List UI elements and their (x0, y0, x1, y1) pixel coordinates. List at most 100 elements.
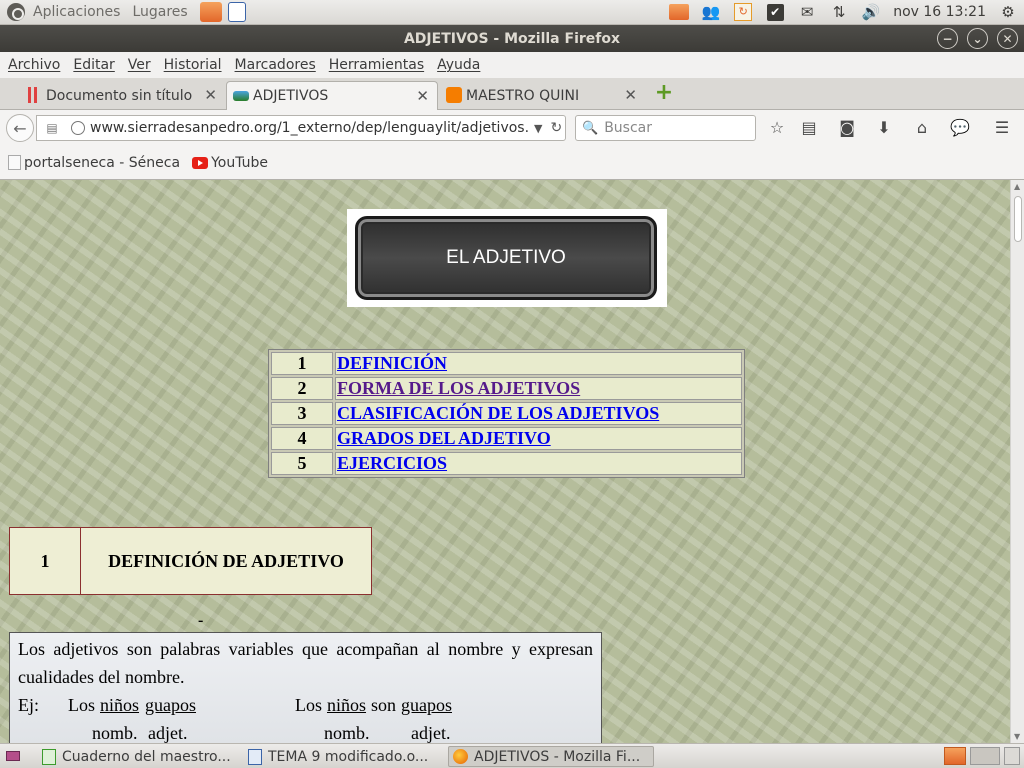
window-titlebar[interactable]: ADJETIVOS - Mozilla Firefox − ⌄ ✕ (0, 25, 1024, 52)
places-menu[interactable]: Lugares (132, 4, 187, 20)
link-grados[interactable]: GRADOS DEL ADJETIVO (337, 428, 551, 448)
clock[interactable]: nov 16 13:21 (893, 4, 986, 20)
document-icon (248, 748, 262, 765)
url-text[interactable]: www.sierradesanpedro.org/1_externo/dep/l… (90, 120, 530, 136)
url-bar[interactable]: ▤ www.sierradesanpedro.org/1_externo/dep… (36, 115, 566, 141)
close-tab-icon[interactable]: ✕ (416, 87, 429, 105)
task-cuaderno[interactable]: Cuaderno del maestro... (38, 746, 238, 767)
link-clasificacion[interactable]: CLASIFICACIÓN DE LOS ADJETIVOS (337, 403, 659, 423)
bottom-taskbar: Cuaderno del maestro... TEMA 9 modificad… (0, 743, 1024, 768)
menu-editar[interactable]: Editar (73, 57, 114, 73)
bookmark-portalseneca[interactable]: portalseneca - Séneca (8, 155, 180, 171)
files-icon[interactable] (199, 2, 222, 22)
task-firefox[interactable]: ADJETIVOS - Mozilla Fi... (448, 746, 654, 767)
link-forma-adjetivos[interactable]: FORMA DE LOS ADJETIVOS (337, 378, 580, 398)
scroll-up-arrow-icon[interactable]: ▲ (1014, 182, 1020, 191)
reading-list-icon[interactable]: ▤ (799, 118, 819, 138)
menu-herramientas[interactable]: Herramientas (329, 57, 424, 73)
folder-icon[interactable] (944, 747, 966, 765)
title-banner: EL ADJETIVO (347, 209, 667, 307)
maximize-button[interactable]: ⌄ (967, 28, 988, 49)
bookmark-youtube[interactable]: YouTube (192, 155, 268, 171)
title-button-label: EL ADJETIVO (446, 247, 566, 268)
index-table: 1 DEFINICIÓN 2 FORMA DE LOS ADJETIVOS 3 … (268, 349, 745, 478)
bookmark-star-icon[interactable]: ☆ (767, 118, 787, 138)
volume-icon[interactable]: 🔊 (861, 3, 881, 21)
section-title: DEFINICIÓN DE ADJETIVO (108, 550, 344, 571)
back-arrow-icon[interactable]: ← (6, 114, 34, 142)
people-icon[interactable]: 👥 (701, 3, 721, 21)
update-icon[interactable]: ↻ (733, 3, 753, 21)
search-bar[interactable]: 🔍 Buscar (575, 115, 756, 141)
task-label: Cuaderno del maestro... (62, 748, 231, 765)
example2-article: Los (295, 695, 322, 715)
dropdown-arrow-icon[interactable]: ▼ (534, 122, 542, 135)
close-tab-icon[interactable]: ✕ (624, 86, 637, 104)
window-title: ADJETIVOS - Mozilla Firefox (403, 30, 621, 47)
applications-menu[interactable]: Aplicaciones (33, 4, 120, 20)
globe-icon (71, 121, 85, 135)
definition-box: Los adjetivos son palabras variables que… (9, 632, 602, 743)
tag1-noun: nomb. (92, 723, 138, 743)
task-tema9[interactable]: TEMA 9 modificado.o... (244, 746, 442, 767)
hamburger-menu-icon[interactable]: ☰ (992, 118, 1012, 138)
network-icon[interactable]: ⇅ (829, 3, 849, 21)
example1-adjective: guapos (145, 695, 196, 715)
close-button[interactable]: ✕ (997, 28, 1018, 49)
example2-verb: son (371, 695, 397, 715)
example2-adjective: guapos (401, 695, 452, 715)
definition-line-2: cualidades del nombre. (18, 667, 185, 687)
index-number: 4 (271, 427, 333, 450)
menu-archivo[interactable]: Archivo (8, 57, 60, 73)
example1-noun: niños (100, 695, 140, 715)
index-row: 3 CLASIFICACIÓN DE LOS ADJETIVOS (271, 402, 742, 425)
scroll-down-arrow-icon[interactable]: ▼ (1014, 732, 1020, 741)
mail-icon[interactable]: ✉ (797, 3, 817, 21)
vertical-scrollbar[interactable]: ▲ ▼ (1010, 180, 1024, 743)
tab-maestro-quini[interactable]: MAESTRO QUINI ✕ (440, 81, 645, 110)
pocket-icon[interactable]: ◙ (837, 118, 857, 138)
menu-historial[interactable]: Historial (164, 57, 222, 73)
tab-label: Documento sin título (46, 87, 193, 104)
trash-icon[interactable] (1004, 747, 1020, 765)
tab-adjetivos[interactable]: ADJETIVOS ✕ (226, 81, 438, 110)
bookmark-label: portalseneca - Séneca (24, 154, 181, 171)
chat-icon[interactable]: 💬 (950, 118, 970, 138)
show-desktop-icon[interactable] (6, 751, 20, 761)
scroll-thumb[interactable] (1014, 196, 1022, 242)
tag1-adjective: adjet. (148, 723, 188, 743)
title-button[interactable]: EL ADJETIVO (355, 216, 657, 300)
tab-bar: Documento sin título ✕ ADJETIVOS ✕ MAEST… (0, 78, 1024, 110)
settings-gear-icon[interactable]: ⚙ (998, 3, 1018, 21)
folder-icon[interactable] (669, 3, 690, 21)
menu-ayuda[interactable]: Ayuda (437, 57, 480, 73)
new-tab-plus-icon[interactable]: + (654, 82, 674, 104)
blogger-icon (446, 87, 462, 103)
minimize-button[interactable]: − (937, 28, 958, 49)
page-content[interactable]: EL ADJETIVO 1 DEFINICIÓN 2 FORMA DE LOS … (0, 180, 1010, 743)
check-icon[interactable]: ✔ (765, 3, 785, 21)
writer-icon[interactable] (227, 2, 246, 22)
reload-icon[interactable]: ↻ (550, 120, 562, 136)
menu-ver[interactable]: Ver (128, 57, 151, 73)
link-ejercicios[interactable]: EJERCICIOS (337, 453, 447, 473)
home-icon[interactable]: ⌂ (912, 118, 932, 138)
top-panel: Aplicaciones Lugares 👥 ↻ ✔ ✉ ⇅ 🔊 nov 16 … (0, 0, 1024, 25)
section-number: 1 (10, 528, 81, 594)
identity-icon[interactable]: ▤ (41, 121, 63, 135)
link-definicion[interactable]: DEFINICIÓN (337, 353, 447, 373)
close-tab-icon[interactable]: ✕ (204, 86, 217, 104)
pause-icon (28, 87, 37, 103)
menu-marcadores[interactable]: Marcadores (235, 57, 316, 73)
menu-bar: Archivo Editar Ver Historial Marcadores … (0, 52, 1024, 78)
firefox-icon (453, 749, 468, 764)
spreadsheet-icon (42, 748, 56, 765)
dash-separator: - (198, 612, 204, 629)
ubuntu-logo-icon[interactable] (7, 3, 25, 21)
tab-documento[interactable]: Documento sin título ✕ (20, 81, 225, 110)
workspace-switcher-icon[interactable] (970, 747, 1000, 765)
index-number: 1 (271, 352, 333, 375)
download-arrow-icon[interactable]: ⬇ (874, 118, 894, 138)
index-number: 5 (271, 452, 333, 475)
section-header: 1 DEFINICIÓN DE ADJETIVO (9, 527, 372, 595)
